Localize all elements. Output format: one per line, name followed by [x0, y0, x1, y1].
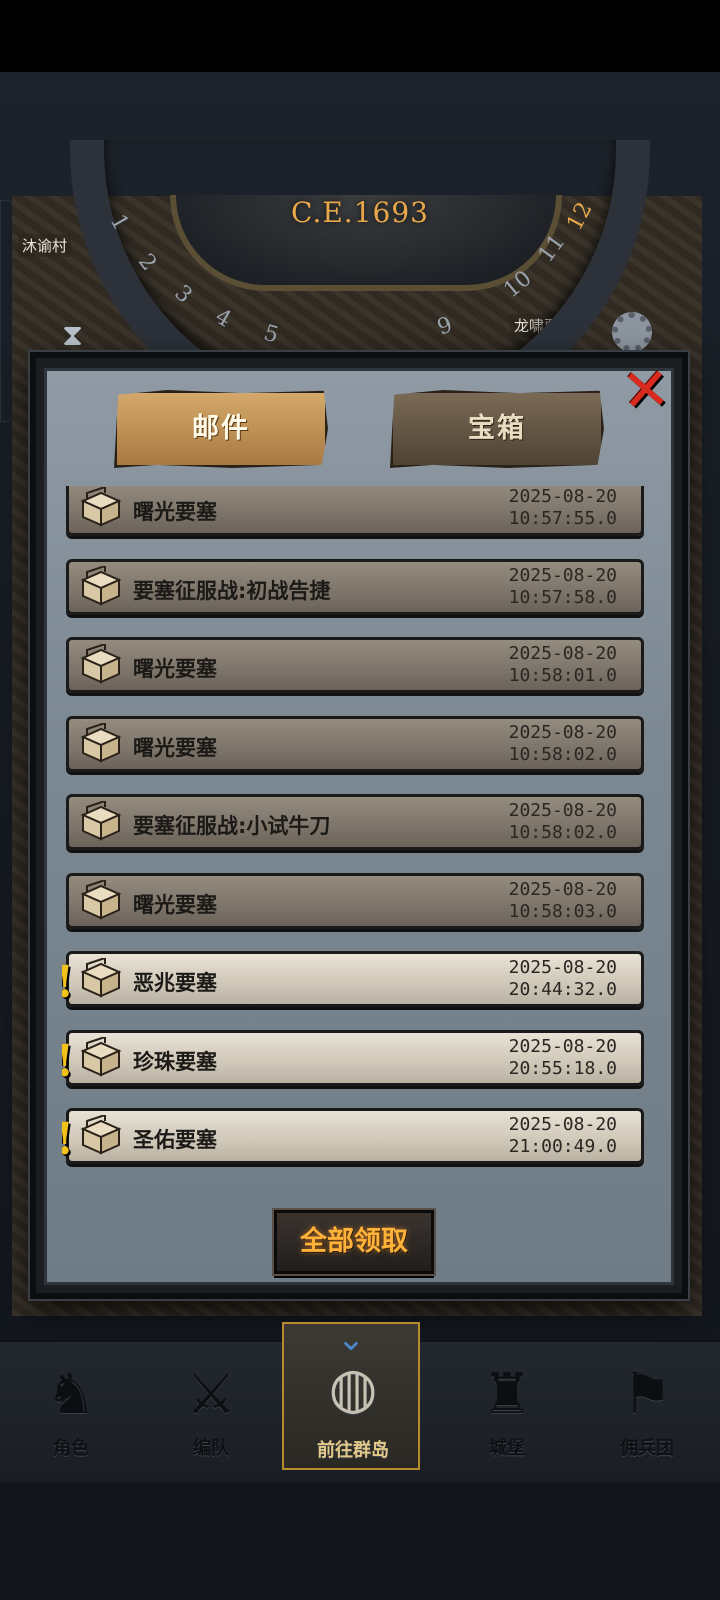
- mail-row[interactable]: 要塞征服战:初战告捷 2025-08-20 10:57:58.0: [66, 558, 644, 615]
- mail-timestamp: 2025-08-20 10:58:03.0: [509, 879, 617, 923]
- nav-item-mercenary[interactable]: ⚑ 佣兵团: [578, 1342, 716, 1468]
- mail-timestamp: 2025-08-20 20:55:18.0: [509, 1036, 617, 1080]
- alert-icon: !: [62, 1117, 74, 1163]
- mail-timestamp: 2025-08-20 10:58:02.0: [509, 800, 617, 844]
- mail-title: 曙光要塞: [133, 735, 217, 760]
- claim-all-button[interactable]: 全部领取: [274, 1210, 434, 1274]
- nav-item-castle[interactable]: ♜ 城堡: [438, 1342, 576, 1468]
- mail-title: 曙光要塞: [133, 500, 217, 524]
- mail-timestamp: 2025-08-20 20:44:32.0: [509, 957, 617, 1001]
- mail-date: 2025-08-20: [508, 1035, 617, 1057]
- mail-row[interactable]: ! 珍珠要塞 2025-08-2020:55:18.0: [62, 1029, 644, 1086]
- nav-label: 城堡: [489, 1438, 525, 1459]
- chest-icon: [79, 878, 123, 920]
- tab-chest[interactable]: 宝箱: [390, 390, 604, 468]
- nav-label: 编队: [193, 1438, 229, 1459]
- chest-icon: [79, 721, 123, 763]
- chest-icon: [79, 564, 123, 606]
- mail-time: 21:00:49.0: [508, 1136, 617, 1157]
- mercenary-icon: ⚑: [621, 1362, 673, 1427]
- globe-icon: ◍: [328, 1356, 378, 1421]
- mail-timestamp: 2025-08-20 10:58:02.0: [509, 722, 617, 766]
- chevron-down-icon: ⌄: [336, 1319, 366, 1359]
- mail-row[interactable]: 曙光要塞 2025-08-20 10:58:02.0: [66, 715, 644, 772]
- mail-timestamp: 2025-08-20 10:58:01.0: [509, 643, 617, 687]
- mail-time: 10:58:02.0: [508, 822, 617, 843]
- mail-date: 2025-08-20: [508, 800, 617, 821]
- castle-icon: ♜: [481, 1362, 533, 1427]
- mail-timestamp: 2025-08-20 10:57:58.0: [509, 565, 617, 609]
- gear-icon[interactable]: [612, 312, 652, 352]
- mail-row[interactable]: ! 圣佑要塞 2025-08-2021:00:49.0: [62, 1108, 644, 1164]
- chest-icon: [79, 642, 123, 684]
- mail-title: 要塞征服战:小试牛刀: [133, 814, 331, 838]
- mail-date: 2025-08-20: [508, 878, 617, 900]
- mail-date: 2025-08-20: [508, 486, 617, 507]
- era-label: C.E.1693: [291, 196, 429, 229]
- mail-time: 20:55:18.0: [508, 1057, 617, 1079]
- mail-title: 恶兆要塞: [133, 971, 217, 995]
- village-label[interactable]: 沐谕村: [18, 234, 72, 257]
- mail-title: 珍珠要塞: [133, 1049, 217, 1074]
- mail-row[interactable]: 曙光要塞 2025-08-20 10:57:55.0: [66, 486, 644, 536]
- nav-label: 角色: [53, 1438, 89, 1459]
- mail-title: 曙光要塞: [133, 657, 217, 681]
- close-icon[interactable]: ✕: [616, 354, 676, 425]
- chest-icon: [79, 1035, 123, 1077]
- mail-row[interactable]: 要塞征服战:小试牛刀 2025-08-20 10:58:02.0: [66, 794, 644, 850]
- mail-row[interactable]: 曙光要塞 2025-08-20 10:58:03.0: [66, 872, 644, 929]
- mail-date: 2025-08-20: [508, 1114, 617, 1135]
- mail-time: 20:44:32.0: [508, 979, 617, 1000]
- status-bar: [0, 0, 720, 72]
- mail-date: 2025-08-20: [508, 957, 617, 978]
- mail-time: 10:58:01.0: [508, 665, 617, 686]
- chest-icon: [79, 956, 123, 998]
- chest-icon: [79, 799, 123, 841]
- mail-timestamp: 2025-08-20 21:00:49.0: [509, 1114, 617, 1158]
- nav-label: 前往群岛: [317, 1440, 389, 1461]
- chest-icon: [79, 486, 123, 527]
- chest-icon: [79, 1113, 123, 1155]
- hourglass-icon[interactable]: ⧗: [62, 318, 92, 354]
- alert-icon: !: [62, 1038, 74, 1085]
- mail-time: 10:57:55.0: [508, 508, 617, 529]
- mail-date: 2025-08-20: [508, 643, 617, 664]
- mail-row[interactable]: 曙光要塞 2025-08-20 10:58:01.0: [66, 637, 644, 693]
- mail-row[interactable]: ! 恶兆要塞 2025-08-2020:44:32.0: [62, 951, 644, 1007]
- mail-time: 10:58:03.0: [508, 900, 617, 922]
- mail-time: 10:57:58.0: [508, 586, 617, 608]
- mail-date: 2025-08-20: [508, 721, 617, 743]
- tab-mail[interactable]: 邮件: [114, 390, 328, 468]
- mail-title: 曙光要塞: [133, 892, 217, 917]
- knight-icon: ♞: [45, 1362, 97, 1427]
- alert-icon: !: [62, 960, 74, 1006]
- nav-label: 佣兵团: [620, 1438, 674, 1459]
- mail-title: 圣佑要塞: [133, 1128, 217, 1152]
- bottom-nav: ♞ 角色 ⚔ 编队 ◍ 前往群岛 ♜ 城堡 ⚑ 佣兵团: [0, 1322, 720, 1482]
- mail-timestamp: 2025-08-20 10:57:55.0: [509, 486, 617, 530]
- mail-list[interactable]: 曙光要塞 2025-08-20 10:57:55.0 要塞征服战:初战告捷 2025-0…: [62, 486, 654, 1176]
- nav-item-character[interactable]: ♞ 角色: [2, 1342, 140, 1468]
- mail-date: 2025-08-20: [508, 564, 617, 586]
- nav-item-squad[interactable]: ⚔ 编队: [142, 1342, 280, 1468]
- mail-title: 要塞征服战:初战告捷: [133, 578, 331, 603]
- mail-time: 10:58:02.0: [508, 743, 617, 765]
- squad-icon: ⚔: [185, 1362, 237, 1427]
